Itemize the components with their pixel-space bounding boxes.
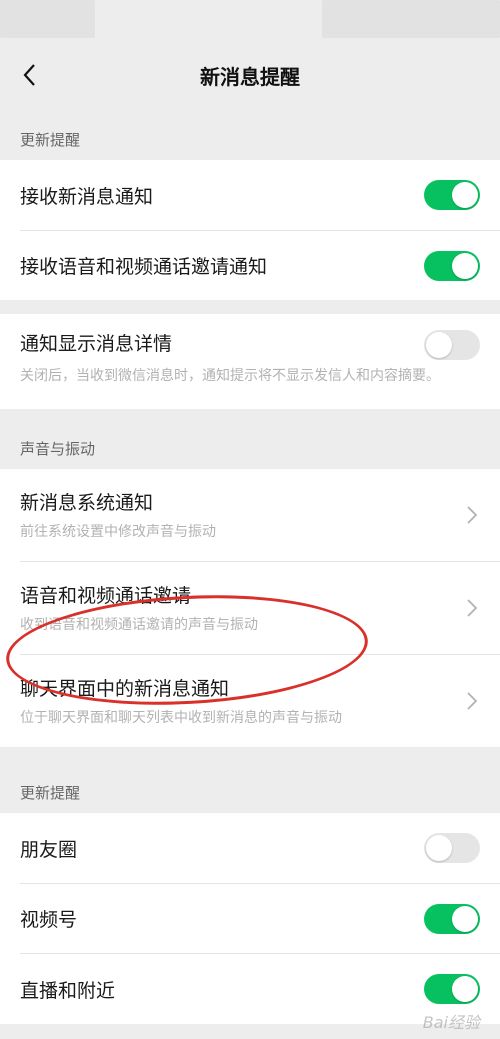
row-description: 位于聊天界面和聊天列表中收到新消息的声音与振动 — [20, 709, 342, 726]
row-label: 新消息系统通知 — [20, 491, 154, 514]
row-channels: 视频号 — [0, 884, 500, 953]
page-title: 新消息提醒 — [200, 64, 300, 89]
section-header-update-2: 更新提醒 — [20, 784, 81, 802]
row-description: 收到语音和视频通话邀请的声音与振动 — [20, 616, 258, 633]
toggle-receive-call-invite[interactable] — [424, 250, 480, 281]
row-description: 前往系统设置中修改声音与振动 — [20, 523, 216, 540]
row-show-message-detail: 通知显示消息详情 关闭后，当收到微信消息时，通知提示将不显示发信人和内容摘要。 — [0, 314, 500, 409]
settings-group-1: 接收新消息通知 接收语音和视频通话邀请通知 — [0, 160, 500, 300]
toggle-knob — [452, 905, 478, 932]
row-receive-new-message: 接收新消息通知 — [0, 160, 500, 230]
toggle-knob — [452, 252, 478, 279]
row-label: 视频号 — [20, 909, 78, 931]
toggle-knob — [452, 976, 478, 1002]
row-system-notification[interactable]: 新消息系统通知 前往系统设置中修改声音与振动 — [0, 469, 500, 561]
watermark: Bai经验 — [422, 1013, 480, 1032]
row-moments: 朋友圈 — [0, 813, 500, 883]
row-receive-call-invite: 接收语音和视频通话邀请通知 — [0, 231, 500, 300]
chevron-right-icon — [464, 503, 480, 527]
row-label: 聊天界面中的新消息通知 — [20, 677, 230, 700]
chevron-right-icon — [464, 596, 480, 620]
row-label: 接收新消息通知 — [20, 185, 154, 208]
toggle-channels[interactable] — [424, 903, 480, 934]
toggle-knob — [426, 332, 452, 358]
nav-bar: 新消息提醒 — [0, 48, 500, 102]
row-chat-notification[interactable]: 聊天界面中的新消息通知 位于聊天界面和聊天列表中收到新消息的声音与振动 — [0, 655, 500, 747]
row-description: 关闭后，当收到微信消息时，通知提示将不显示发信人和内容摘要。 — [20, 368, 440, 384]
toggle-receive-new-message[interactable] — [424, 180, 480, 210]
toggle-moments[interactable] — [424, 833, 480, 863]
row-label: 语音和视频通话邀请 — [20, 584, 192, 607]
toggle-live-nearby[interactable] — [424, 974, 480, 1004]
row-label: 直播和附近 — [20, 979, 116, 1002]
settings-group-3: 新消息系统通知 前往系统设置中修改声音与振动 语音和视频通话邀请 收到语音和视频… — [0, 469, 500, 747]
blurred-status-left — [0, 0, 95, 38]
toggle-show-message-detail[interactable] — [424, 330, 480, 360]
settings-group-4: 朋友圈 视频号 直播和附近 — [0, 813, 500, 1024]
status-bar — [0, 0, 500, 48]
chevron-left-icon — [23, 64, 35, 86]
back-button[interactable] — [14, 60, 44, 90]
toggle-knob — [426, 835, 452, 861]
row-label: 通知显示消息详情 — [20, 333, 173, 355]
chevron-right-icon — [464, 689, 480, 713]
row-label: 朋友圈 — [20, 838, 78, 861]
section-header-sound-vibration: 声音与振动 — [20, 440, 96, 458]
settings-group-2: 通知显示消息详情 关闭后，当收到微信消息时，通知提示将不显示发信人和内容摘要。 — [0, 314, 500, 409]
toggle-knob — [452, 182, 478, 208]
row-call-invite-sound[interactable]: 语音和视频通话邀请 收到语音和视频通话邀请的声音与振动 — [0, 562, 500, 654]
row-label: 接收语音和视频通话邀请通知 — [20, 256, 268, 278]
blurred-status-right — [322, 0, 500, 38]
section-header-update: 更新提醒 — [20, 131, 81, 149]
